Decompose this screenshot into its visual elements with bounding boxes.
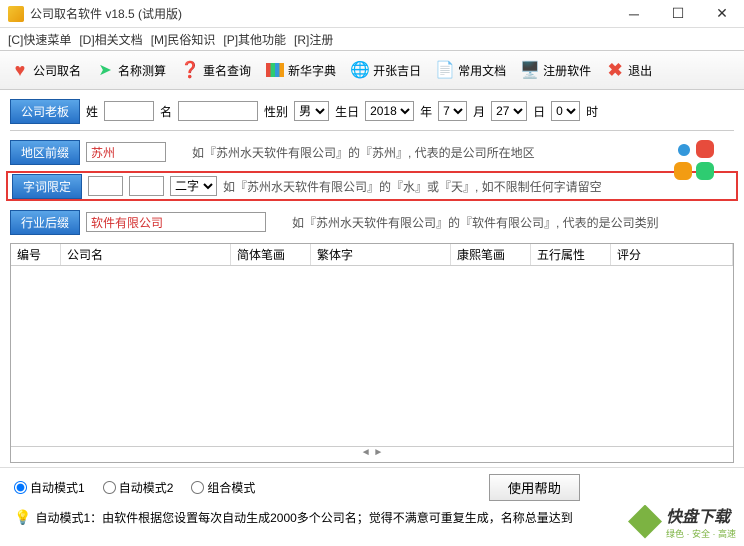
computer-icon: 🖥️ xyxy=(520,60,540,80)
tb-register[interactable]: 🖥️注册软件 xyxy=(516,58,595,82)
tb-open-date[interactable]: 🌐开张吉日 xyxy=(346,58,425,82)
minimize-button[interactable]: ─ xyxy=(612,0,656,27)
mode-row: 自动模式1 自动模式2 组合模式 使用帮助 xyxy=(0,467,744,507)
tb-dict[interactable]: 新华字典 xyxy=(261,58,340,82)
gender-select[interactable]: 男 xyxy=(294,101,329,121)
maximize-button[interactable]: ☐ xyxy=(656,0,700,27)
table-body xyxy=(11,266,733,446)
th-trad[interactable]: 繁体字 xyxy=(311,244,451,265)
th-kangxi[interactable]: 康熙笔画 xyxy=(451,244,531,265)
window-controls: ─ ☐ ✕ xyxy=(612,0,744,27)
region-input[interactable] xyxy=(86,142,166,162)
birth-label: 生日 xyxy=(335,103,359,120)
th-name[interactable]: 公司名 xyxy=(61,244,231,265)
table-header: 编号 公司名 简体笔画 繁体字 康熙笔画 五行属性 评分 xyxy=(11,244,733,266)
scrollbar-horizontal[interactable]: ◄ ► xyxy=(11,446,733,462)
mode-auto1[interactable]: 自动模式1 xyxy=(14,479,85,496)
heart-icon: ♥ xyxy=(10,60,30,80)
industry-row: 行业后缀 如『苏州水天软件有限公司』的『软件有限公司』, 代表的是公司类别 xyxy=(0,207,744,237)
window-title: 公司取名软件 v18.5 (试用版) xyxy=(30,5,612,22)
mode-combo[interactable]: 组合模式 xyxy=(191,479,255,496)
year-select[interactable]: 2018 xyxy=(365,101,414,121)
tb-dup-check[interactable]: ❓重名查询 xyxy=(176,58,255,82)
menu-folk[interactable]: [M]民俗知识 xyxy=(151,31,216,48)
decorative-logo xyxy=(674,140,724,190)
given-label: 名 xyxy=(160,103,172,120)
results-table: 编号 公司名 简体笔画 繁体字 康熙笔画 五行属性 评分 ◄ ► xyxy=(10,243,734,463)
region-hint: 如『苏州水天软件有限公司』的『苏州』, 代表的是公司所在地区 xyxy=(192,144,535,161)
app-icon xyxy=(8,6,24,22)
document-icon: 📄 xyxy=(435,60,455,80)
th-id[interactable]: 编号 xyxy=(11,244,61,265)
tb-docs[interactable]: 📄常用文档 xyxy=(431,58,510,82)
mode-auto2[interactable]: 自动模式2 xyxy=(103,479,174,496)
restrict-row: 字词限定 二字 如『苏州水天软件有限公司』的『水』或『天』, 如不限制任何字请留… xyxy=(6,171,738,201)
titlebar: 公司取名软件 v18.5 (试用版) ─ ☐ ✕ xyxy=(0,0,744,28)
menubar: [C]快速菜单 [D]相关文档 [M]民俗知识 [P]其他功能 [R]注册 xyxy=(0,28,744,50)
watermark-sub: 绿色 · 安全 · 高速 xyxy=(666,527,736,540)
surname-label: 姓 xyxy=(86,103,98,120)
tb-exit[interactable]: ✖退出 xyxy=(601,58,656,82)
day-select[interactable]: 27 xyxy=(491,101,527,121)
region-button[interactable]: 地区前缀 xyxy=(10,140,80,165)
lightbulb-icon: 💡 xyxy=(14,509,31,526)
th-wuxing[interactable]: 五行属性 xyxy=(531,244,611,265)
owner-button[interactable]: 公司老板 xyxy=(10,99,80,124)
watermark-logo xyxy=(628,505,662,539)
menu-other[interactable]: [P]其他功能 xyxy=(223,31,286,48)
restrict-hint: 如『苏州水天软件有限公司』的『水』或『天』, 如不限制任何字请留空 xyxy=(223,178,602,195)
tb-naming[interactable]: ♥公司取名 xyxy=(6,58,85,82)
restrict-count-select[interactable]: 二字 xyxy=(170,176,217,196)
footer-text: 自动模式1：由软件根据您设置每次自动生成2000多个公司名；觉得不满意可重复生成… xyxy=(35,509,572,526)
region-row: 地区前缀 如『苏州水天软件有限公司』的『苏州』, 代表的是公司所在地区 xyxy=(0,137,744,167)
help-button[interactable]: 使用帮助 xyxy=(489,474,580,501)
given-input[interactable] xyxy=(178,101,258,121)
close-button[interactable]: ✕ xyxy=(700,0,744,27)
question-icon: ❓ xyxy=(180,60,200,80)
th-simp[interactable]: 简体笔画 xyxy=(231,244,311,265)
gender-label: 性别 xyxy=(264,103,288,120)
restrict-button[interactable]: 字词限定 xyxy=(12,174,82,199)
x-icon: ✖ xyxy=(605,60,625,80)
globe-icon: 🌐 xyxy=(350,60,370,80)
hour-select[interactable]: 0 xyxy=(551,101,580,121)
month-select[interactable]: 7 xyxy=(438,101,467,121)
restrict-input-2[interactable] xyxy=(129,176,164,196)
watermark: 快盘下载 绿色 · 安全 · 高速 xyxy=(628,503,736,540)
industry-hint: 如『苏州水天软件有限公司』的『软件有限公司』, 代表的是公司类别 xyxy=(292,214,659,231)
industry-button[interactable]: 行业后缀 xyxy=(10,210,80,235)
menu-quick[interactable]: [C]快速菜单 xyxy=(8,31,71,48)
arrow-icon: ➤ xyxy=(95,60,115,80)
th-score[interactable]: 评分 xyxy=(611,244,733,265)
toolbar: ♥公司取名 ➤名称测算 ❓重名查询 新华字典 🌐开张吉日 📄常用文档 🖥️注册软… xyxy=(0,50,744,90)
watermark-brand: 快盘下载 xyxy=(666,503,736,527)
industry-input[interactable] xyxy=(86,212,266,232)
owner-row: 公司老板 姓 名 性别 男 生日 2018 年 7 月 27 日 0 时 xyxy=(0,96,744,126)
tb-name-test[interactable]: ➤名称测算 xyxy=(91,58,170,82)
flag-icon xyxy=(265,60,285,80)
surname-input[interactable] xyxy=(104,101,154,121)
restrict-input-1[interactable] xyxy=(88,176,123,196)
menu-docs[interactable]: [D]相关文档 xyxy=(79,31,142,48)
menu-register[interactable]: [R]注册 xyxy=(294,31,333,48)
